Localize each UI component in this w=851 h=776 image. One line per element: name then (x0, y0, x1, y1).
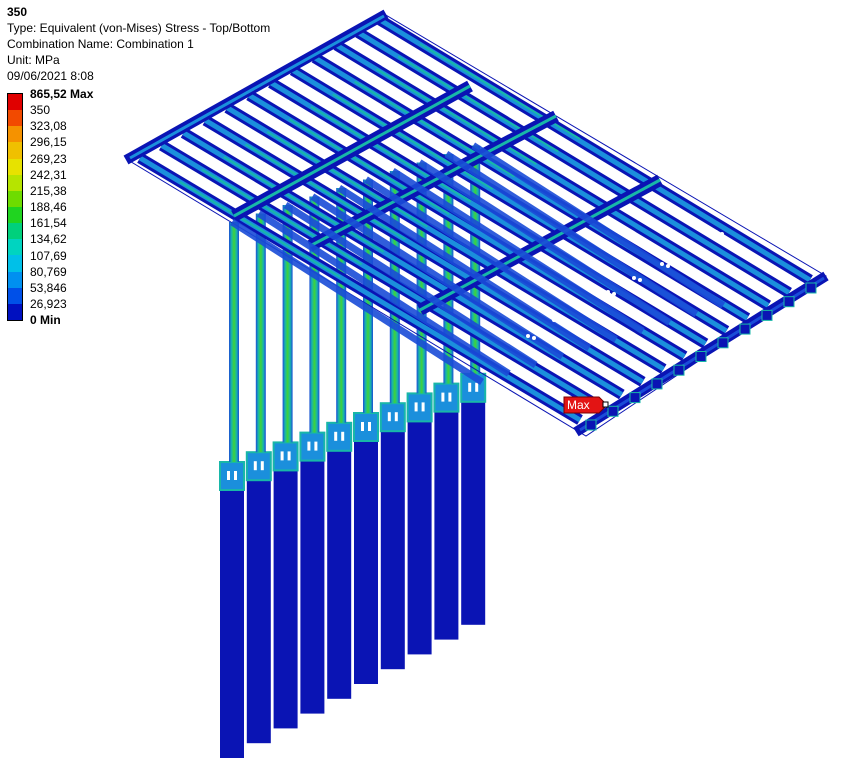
bolt-hole (580, 304, 584, 308)
post-base-plate (353, 412, 379, 442)
lower-post (246, 452, 271, 744)
bolt-hole (234, 471, 237, 480)
bolt-hole (526, 334, 530, 338)
bolt-hole (558, 320, 562, 324)
bolt-hole (475, 382, 479, 392)
lower-post (327, 422, 352, 699)
lower-post (461, 373, 486, 625)
edge-bracket (695, 351, 707, 362)
post-base-plate (299, 431, 326, 462)
bolt-hole (666, 264, 670, 268)
bolt-hole (532, 336, 536, 340)
bolt-hole (421, 402, 425, 412)
purlin-stress-line (419, 43, 581, 140)
bolt-hole (287, 451, 291, 461)
bolt-hole (686, 244, 690, 248)
bolt-hole (387, 412, 391, 422)
bolt-hole (468, 382, 472, 392)
upper-post (255, 213, 266, 453)
edge-bracket (629, 392, 641, 404)
lower-post (434, 383, 459, 640)
edge-bracket (607, 405, 619, 417)
edge-bracket (761, 309, 773, 321)
lower-post (407, 393, 432, 655)
bolt-hole (334, 431, 338, 441)
bolt-hole (552, 318, 556, 322)
bolt-hole (660, 262, 664, 266)
bolt-hole (606, 290, 610, 294)
post-base-plate (379, 402, 406, 433)
lower-post (380, 403, 405, 670)
bolt-hole (714, 230, 718, 234)
bolt-hole (260, 461, 264, 471)
bolt-hole (394, 412, 398, 422)
purlin-stress-line (375, 68, 537, 165)
bolt-hole (227, 471, 230, 480)
bolt-hole (341, 431, 345, 441)
lower-post (354, 413, 378, 684)
bolt-hole (307, 441, 311, 451)
max-stress-probe[interactable]: Max (563, 396, 609, 414)
lower-post (300, 432, 325, 714)
bolt-hole (448, 392, 452, 402)
top-edge-beam-band (129, 14, 385, 160)
bolt-hole (361, 422, 364, 431)
support-beam (283, 202, 538, 368)
bolt-hole (414, 402, 418, 412)
edge-bracket (673, 364, 685, 376)
bolt-hole (368, 422, 371, 431)
structure-model-view[interactable] (0, 0, 851, 776)
lower-post (273, 442, 298, 729)
bolt-hole (692, 246, 696, 250)
bolt-hole (314, 441, 318, 451)
edge-bracket (739, 323, 751, 335)
purlin-stress-line (354, 80, 516, 178)
edge-bracket (651, 378, 663, 390)
post-base-plate (219, 461, 245, 491)
edge-bracket (717, 337, 729, 349)
edge-bracket (783, 296, 795, 308)
max-probe-label: Max (567, 398, 590, 412)
purlin-stress-line (397, 55, 559, 153)
edge-bracket (805, 282, 817, 294)
bolt-hole (612, 292, 616, 296)
lower-post (220, 462, 244, 758)
post-base-plate (433, 382, 460, 413)
post-base-plate (245, 451, 272, 482)
bolt-hole (638, 278, 642, 282)
bolt-hole (720, 232, 724, 236)
post-base-plate (272, 441, 299, 472)
post-base-plate (406, 392, 433, 423)
bolt-hole (441, 392, 445, 402)
edge-bracket (585, 419, 597, 431)
bolt-hole (586, 306, 590, 310)
bolt-hole (280, 451, 284, 461)
upper-post (229, 222, 239, 462)
bolt-hole (253, 461, 257, 471)
post-base-plate (326, 421, 353, 452)
bolt-hole (632, 276, 636, 280)
